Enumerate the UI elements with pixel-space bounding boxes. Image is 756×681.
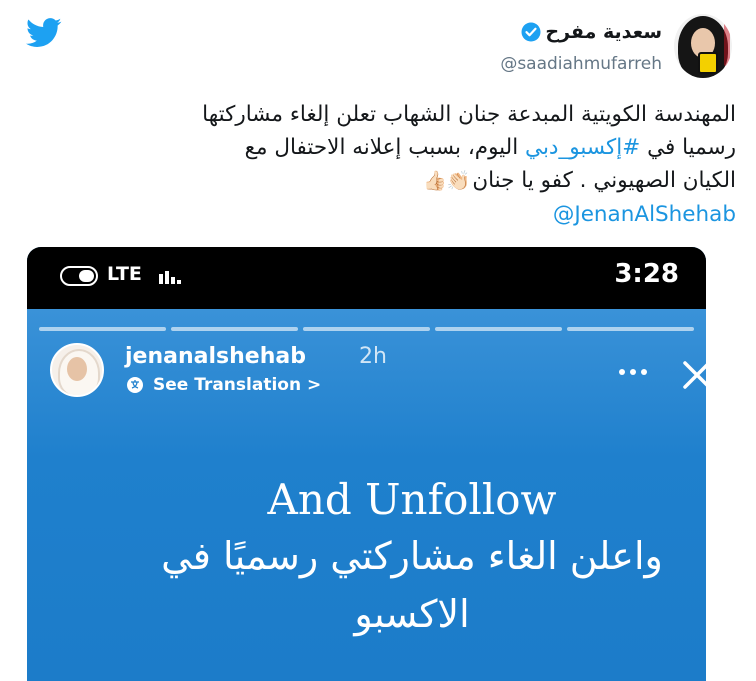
tweet-text-line: المهندسة الكويتية المبدعة جنان الشهاب تع… bbox=[202, 102, 736, 127]
tweet-text-segment: الكيان الصهيوني . كفو يا جنان bbox=[472, 168, 736, 193]
author-handle[interactable]: @saadiahmufarreh bbox=[500, 54, 662, 74]
tweet-text-segment: رسميا في bbox=[640, 135, 736, 160]
network-label: LTE bbox=[107, 263, 142, 285]
author-name-text: سعدية مفرح bbox=[545, 21, 662, 43]
tweet-media-image[interactable]: LTE 3:28 jenanalshehab 2h See Translatio… bbox=[27, 247, 706, 681]
phone-status-bar: LTE 3:28 bbox=[27, 247, 706, 309]
author-name[interactable]: سعدية مفرح bbox=[521, 21, 662, 43]
story-progress bbox=[39, 327, 694, 331]
translate-icon bbox=[127, 377, 143, 393]
story-text-arabic: الاكسبو bbox=[354, 592, 470, 636]
more-icon bbox=[619, 369, 647, 375]
progress-segment bbox=[171, 327, 298, 331]
tweet-text: المهندسة الكويتية المبدعة جنان الشهاب تع… bbox=[20, 98, 736, 231]
tweet-header: سعدية مفرح @saadiahmufarreh bbox=[0, 0, 756, 90]
see-translation-link: See Translation > bbox=[153, 375, 322, 395]
verified-icon bbox=[521, 22, 541, 42]
progress-segment bbox=[303, 327, 430, 331]
story-text-english: And Unfollow bbox=[267, 475, 557, 524]
tweet-text-line: الكيان الصهيوني . كفو يا جنان👏🏻👍🏻 bbox=[20, 164, 736, 198]
author-avatar[interactable] bbox=[674, 14, 732, 78]
progress-segment bbox=[39, 327, 166, 331]
status-time: 3:28 bbox=[614, 259, 679, 289]
story-username: jenanalshehab bbox=[125, 344, 306, 369]
twitter-bird-icon[interactable] bbox=[26, 18, 62, 48]
tweet-text-segment: اليوم، بسبب إعلانه الاحتفال مع bbox=[244, 135, 526, 160]
clap-thumbs-emoji: 👏🏻👍🏻 bbox=[422, 170, 471, 192]
tweet-text-line: @JenanAlShehab bbox=[20, 198, 736, 231]
progress-segment bbox=[435, 327, 562, 331]
story-text-arabic: واعلن الغاء مشاركتي رسميًا في bbox=[161, 534, 663, 578]
close-icon bbox=[683, 361, 706, 389]
signal-icon bbox=[159, 271, 181, 284]
tweet-text-line: رسميا في #إكسبو_دبي اليوم، بسبب إعلانه ا… bbox=[20, 131, 736, 164]
story-avatar bbox=[50, 343, 104, 397]
progress-segment bbox=[567, 327, 694, 331]
toggle-icon bbox=[60, 266, 98, 286]
story-age: 2h bbox=[359, 344, 387, 369]
hashtag-link[interactable]: #إكسبو_دبي bbox=[525, 135, 640, 160]
mention-link[interactable]: @JenanAlShehab bbox=[553, 202, 736, 227]
